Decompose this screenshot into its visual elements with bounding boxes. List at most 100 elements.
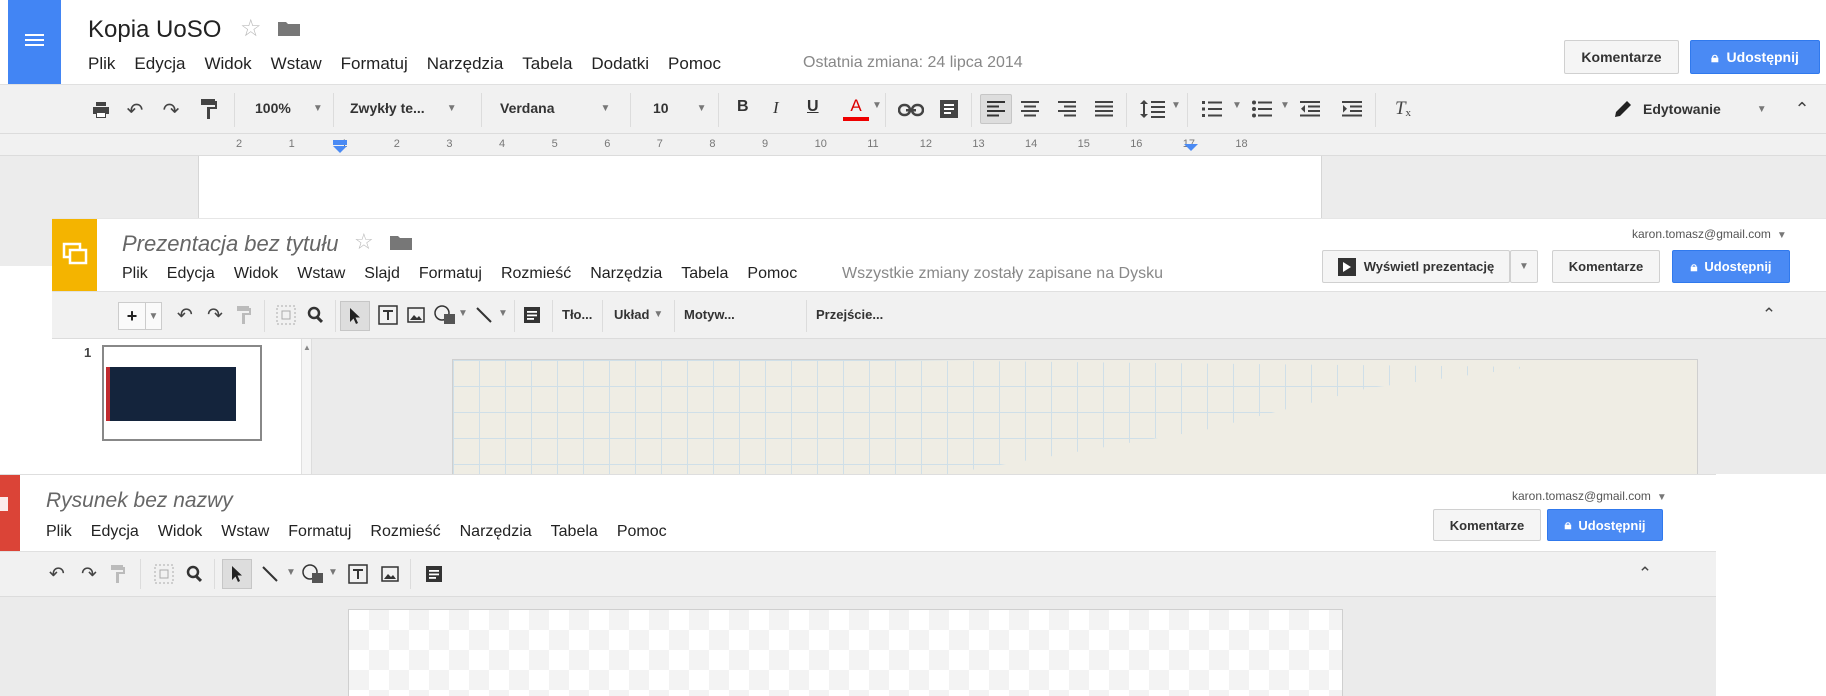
new-slide-dropdown[interactable]: ▼ bbox=[146, 302, 162, 330]
last-change-link[interactable]: Ostatnia zmiana: 24 lipca 2014 bbox=[803, 54, 1023, 72]
drawing-canvas[interactable] bbox=[348, 609, 1343, 696]
present-options-button[interactable]: ▼ bbox=[1510, 250, 1538, 283]
redo-icon[interactable]: ↷ bbox=[204, 304, 226, 326]
menu-rozmiesc[interactable]: Rozmieść bbox=[370, 523, 440, 540]
filmstrip-scrollbar[interactable]: ▲ bbox=[302, 339, 312, 474]
menu-plik[interactable]: Plik bbox=[88, 54, 115, 73]
align-left-icon[interactable] bbox=[980, 94, 1012, 124]
collapse-icon[interactable]: ⌃ bbox=[1758, 304, 1780, 326]
slides-title[interactable]: Prezentacja bez tytułu bbox=[122, 231, 338, 257]
editing-mode-select[interactable]: Edytowanie ▼ bbox=[1613, 99, 1767, 119]
folder-icon[interactable] bbox=[390, 234, 412, 255]
line-dropdown[interactable]: ▼ bbox=[286, 567, 296, 578]
slides-logo[interactable] bbox=[52, 219, 97, 297]
drawings-logo[interactable] bbox=[0, 475, 20, 551]
menu-tabela[interactable]: Tabela bbox=[522, 54, 572, 73]
bulleted-list-icon[interactable] bbox=[1250, 98, 1274, 120]
drawing-title[interactable]: Rysunek bez nazwy bbox=[46, 489, 233, 513]
star-icon[interactable]: ☆ bbox=[240, 14, 262, 43]
menu-narzedzia[interactable]: Narzędzia bbox=[427, 54, 504, 73]
slide-canvas[interactable] bbox=[452, 359, 1698, 474]
shape-icon[interactable] bbox=[432, 303, 458, 327]
menu-edycja[interactable]: Edycja bbox=[134, 54, 185, 73]
text-color-dropdown[interactable]: ▼ bbox=[872, 100, 882, 111]
star-icon[interactable]: ☆ bbox=[354, 229, 374, 255]
line-icon[interactable] bbox=[472, 303, 496, 327]
comment-icon[interactable] bbox=[937, 97, 961, 121]
theme-button[interactable]: Motyw... bbox=[684, 307, 735, 322]
zoom-select[interactable]: 100% ▼ bbox=[255, 100, 323, 116]
numbered-list-dropdown[interactable]: ▼ bbox=[1232, 100, 1242, 111]
zoom-fit-icon[interactable] bbox=[274, 303, 298, 327]
menu-wstaw[interactable]: Wstaw bbox=[221, 523, 269, 540]
redo-icon[interactable]: ↷ bbox=[78, 563, 100, 585]
link-icon[interactable] bbox=[897, 98, 925, 122]
menu-edycja[interactable]: Edycja bbox=[91, 523, 139, 540]
menu-pomoc[interactable]: Pomoc bbox=[747, 265, 797, 282]
paint-format-icon[interactable] bbox=[198, 97, 220, 121]
menu-edycja[interactable]: Edycja bbox=[167, 265, 215, 282]
right-indent-marker-icon[interactable] bbox=[1184, 142, 1198, 155]
menu-tabela[interactable]: Tabela bbox=[551, 523, 598, 540]
ruler[interactable]: 21123456789101112131415161718 bbox=[0, 134, 1826, 156]
shape-icon[interactable] bbox=[300, 562, 326, 586]
align-right-icon[interactable] bbox=[1055, 98, 1079, 120]
line-dropdown[interactable]: ▼ bbox=[498, 308, 508, 319]
comments-button[interactable]: Komentarze bbox=[1564, 40, 1679, 74]
collapse-icon[interactable]: ⌃ bbox=[1791, 98, 1813, 120]
undo-icon[interactable]: ↶ bbox=[174, 304, 196, 326]
underline-button[interactable]: U bbox=[807, 98, 819, 116]
menu-tabela[interactable]: Tabela bbox=[681, 265, 728, 282]
comments-button[interactable]: Komentarze bbox=[1433, 509, 1541, 541]
menu-formatuj[interactable]: Formatuj bbox=[419, 265, 482, 282]
text-box-icon[interactable] bbox=[346, 562, 370, 586]
decrease-indent-icon[interactable] bbox=[1298, 98, 1322, 120]
menu-formatuj[interactable]: Formatuj bbox=[341, 54, 408, 73]
new-slide-icon[interactable]: + bbox=[118, 302, 146, 330]
menu-widok[interactable]: Widok bbox=[204, 54, 251, 73]
slide-thumbnail[interactable] bbox=[102, 345, 262, 441]
menu-plik[interactable]: Plik bbox=[122, 265, 148, 282]
layout-select[interactable]: Układ ▼ bbox=[614, 307, 663, 322]
left-indent-marker-icon[interactable] bbox=[333, 140, 347, 157]
image-icon[interactable] bbox=[378, 562, 402, 586]
menu-wstaw[interactable]: Wstaw bbox=[297, 265, 345, 282]
account-menu[interactable]: karon.tomasz@gmail.com ▼ bbox=[1512, 489, 1667, 503]
scroll-up-icon[interactable]: ▲ bbox=[303, 343, 311, 352]
shape-dropdown[interactable]: ▼ bbox=[328, 567, 338, 578]
present-button[interactable]: Wyświetl prezentację bbox=[1322, 250, 1510, 283]
share-button[interactable]: 🔒︎ Udostępnij bbox=[1672, 250, 1790, 283]
collapse-icon[interactable]: ⌃ bbox=[1634, 563, 1656, 585]
menu-formatuj[interactable]: Formatuj bbox=[288, 523, 351, 540]
menu-dodatki[interactable]: Dodatki bbox=[591, 54, 649, 73]
text-color-button[interactable]: A bbox=[843, 96, 869, 121]
font-select[interactable]: Verdana ▼ bbox=[500, 100, 610, 116]
account-menu[interactable]: karon.tomasz@gmail.com ▼ bbox=[1632, 227, 1787, 241]
folder-icon[interactable] bbox=[278, 20, 300, 41]
menu-widok[interactable]: Widok bbox=[234, 265, 278, 282]
zoom-icon[interactable] bbox=[305, 303, 327, 327]
undo-icon[interactable]: ↶ bbox=[46, 563, 68, 585]
menu-narzedzia[interactable]: Narzędzia bbox=[460, 523, 532, 540]
comment-icon[interactable] bbox=[520, 303, 544, 327]
share-button[interactable]: 🔒︎ Udostępnij bbox=[1547, 509, 1663, 541]
menu-plik[interactable]: Plik bbox=[46, 523, 72, 540]
italic-button[interactable]: I bbox=[773, 98, 779, 118]
redo-icon[interactable]: ↷ bbox=[160, 99, 182, 122]
menu-widok[interactable]: Widok bbox=[158, 523, 202, 540]
share-button[interactable]: 🔒︎ Udostępnij bbox=[1690, 40, 1820, 74]
paint-format-icon[interactable] bbox=[108, 562, 128, 586]
justify-icon[interactable] bbox=[1092, 98, 1116, 120]
menu-rozmiesc[interactable]: Rozmieść bbox=[501, 265, 571, 282]
select-tool-icon[interactable] bbox=[222, 559, 252, 589]
zoom-icon[interactable] bbox=[184, 562, 206, 586]
increase-indent-icon[interactable] bbox=[1340, 98, 1364, 120]
image-icon[interactable] bbox=[404, 303, 428, 327]
clear-formatting-icon[interactable]: Tx bbox=[1390, 96, 1416, 122]
menu-wstaw[interactable]: Wstaw bbox=[271, 54, 322, 73]
background-button[interactable]: Tło... bbox=[562, 307, 592, 322]
menu-pomoc[interactable]: Pomoc bbox=[668, 54, 721, 73]
undo-icon[interactable]: ↶ bbox=[124, 99, 146, 122]
style-select[interactable]: Zwykły te... ▼ bbox=[350, 100, 457, 116]
font-size-select[interactable]: 10 ▼ bbox=[653, 100, 706, 116]
